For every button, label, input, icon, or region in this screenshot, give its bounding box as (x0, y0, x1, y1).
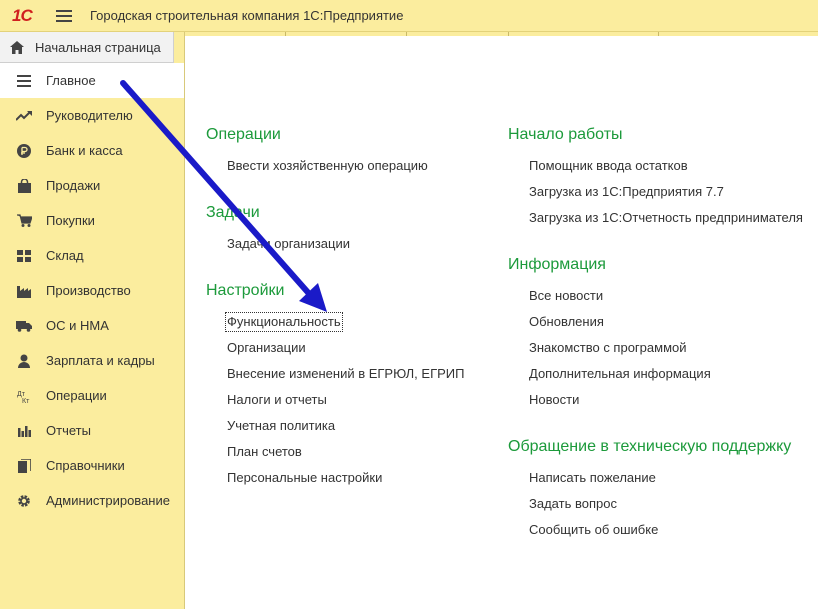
section-title: Обращение в техническую поддержку (508, 437, 791, 457)
sidebar-item-salary[interactable]: Зарплата и кадры (0, 343, 184, 378)
link-news[interactable]: Новости (529, 392, 579, 408)
svg-text:Дт: Дт (17, 391, 26, 398)
link-functionality[interactable]: Функциональность (225, 312, 343, 332)
link-updates[interactable]: Обновления (529, 314, 604, 330)
link-chart-of-accounts[interactable]: План счетов (227, 444, 302, 460)
sidebar-item-production[interactable]: Производство (0, 273, 184, 308)
sidebar-item-label: Склад (46, 248, 84, 263)
1c-logo: 1С (12, 6, 42, 26)
section-title-info: Информация (508, 256, 606, 273)
link-balance-assistant[interactable]: Помощник ввода остатков (529, 158, 688, 174)
sidebar-item-fixed-assets[interactable]: ОС и НМА (0, 308, 184, 343)
svg-text:Кт: Кт (22, 398, 30, 403)
sidebar-item-label: Главное (46, 73, 96, 88)
section-title: Операции (206, 125, 281, 145)
sidebar-item-label: Руководителю (46, 108, 133, 123)
ruble-coin-icon (15, 143, 33, 158)
link-write-wish[interactable]: Написать пожелание (529, 470, 656, 486)
sidebar-item-label: Банк и касса (46, 143, 123, 158)
shopping-bag-icon (15, 178, 33, 193)
app-title: Городская строительная компания 1С:Предп… (90, 8, 404, 23)
link-enter-operation[interactable]: Ввести хозяйственную операцию (227, 158, 428, 174)
title-bar: 1С Городская строительная компания 1С:Пр… (0, 0, 818, 32)
main-content: Операции Ввести хозяйственную операцию З… (186, 36, 818, 609)
sidebar-item-purchases[interactable]: Покупки (0, 203, 184, 238)
section-title-tasks: Задачи (206, 204, 260, 221)
sidebar-item-administration[interactable]: Администрирование (0, 483, 184, 518)
link-org-tasks[interactable]: Задачи организации (227, 236, 350, 252)
link-taxes-reports[interactable]: Налоги и отчеты (227, 392, 327, 408)
link-import-77[interactable]: Загрузка из 1С:Предприятия 7.7 (529, 184, 724, 200)
sidebar-item-label: Покупки (46, 213, 95, 228)
cart-icon (15, 214, 33, 227)
sidebar-item-main[interactable]: Главное (0, 63, 184, 98)
person-icon (15, 354, 33, 368)
sidebar-item-directories[interactable]: Справочники (0, 448, 184, 483)
sidebar-item-label: Операции (46, 388, 107, 403)
sidebar-item-sales[interactable]: Продажи (0, 168, 184, 203)
section-title: Задачи (206, 203, 260, 223)
sidebar-item-manager[interactable]: Руководителю (0, 98, 184, 133)
sections-panel: Начальная страница Главное Руководителю … (0, 32, 185, 609)
gear-icon (15, 494, 33, 508)
bar-chart-icon (15, 425, 33, 437)
home-icon (10, 40, 24, 54)
link-egrul-changes[interactable]: Внесение изменений в ЕГРЮЛ, ЕГРИП (227, 366, 464, 382)
sidebar-item-warehouse[interactable]: Склад (0, 238, 184, 273)
home-page-label: Начальная страница (35, 39, 161, 55)
link-personal-settings[interactable]: Персональные настройки (227, 470, 382, 486)
link-import-reporting[interactable]: Загрузка из 1С:Отчетность предпринимател… (529, 210, 803, 226)
factory-icon (15, 284, 33, 298)
link-organizations[interactable]: Организации (227, 340, 306, 356)
link-all-news[interactable]: Все новости (529, 288, 603, 304)
section-title-operations: Операции (206, 126, 281, 143)
truck-icon (15, 320, 33, 332)
warehouse-icon (15, 249, 33, 262)
sidebar-item-label: Производство (46, 283, 131, 298)
sidebar-item-label: Администрирование (46, 493, 170, 508)
sidebar-item-label: ОС и НМА (46, 318, 109, 333)
section-title: Начало работы (508, 125, 623, 145)
home-page-item[interactable]: Начальная страница (0, 32, 174, 63)
books-icon (15, 458, 33, 473)
sidebar-item-reports[interactable]: Отчеты (0, 413, 184, 448)
sidebar-item-bank[interactable]: Банк и касса (0, 133, 184, 168)
sidebar-item-label: Зарплата и кадры (46, 353, 155, 368)
section-title-settings: Настройки (206, 282, 285, 299)
menu-lines-icon (15, 74, 33, 87)
link-accounting-policy[interactable]: Учетная политика (227, 418, 335, 434)
trend-icon (15, 110, 33, 121)
section-title-support: Обращение в техническую поддержку (508, 438, 792, 455)
sidebar-item-label: Отчеты (46, 423, 91, 438)
link-report-error[interactable]: Сообщить об ошибке (529, 522, 658, 538)
link-ask-question[interactable]: Задать вопрос (529, 496, 617, 512)
section-title: Информация (508, 255, 606, 275)
hamburger-menu-icon[interactable] (56, 9, 72, 22)
link-additional-info[interactable]: Дополнительная информация (529, 366, 711, 382)
logo-text: 1С (12, 5, 33, 25)
sidebar-item-label: Продажи (46, 178, 101, 193)
sidebar-item-operations[interactable]: Дт Кт Операции (0, 378, 184, 413)
sidebar-item-label: Справочники (46, 458, 125, 473)
link-intro[interactable]: Знакомство с программой (529, 340, 687, 356)
section-title: Настройки (206, 281, 284, 301)
debit-credit-icon: Дт Кт (15, 389, 33, 403)
section-title-start: Начало работы (508, 126, 623, 143)
